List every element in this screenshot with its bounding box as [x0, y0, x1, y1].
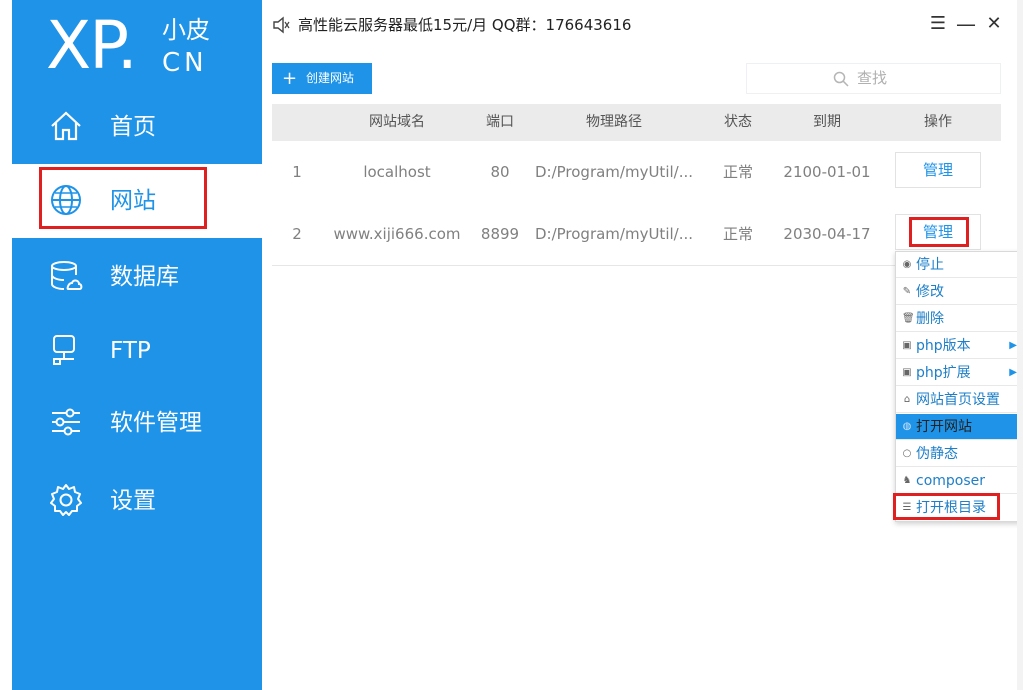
sidebar-item-settings[interactable]: 设置 — [12, 464, 262, 538]
sidebar-item-home[interactable]: 首页 — [12, 90, 262, 164]
sidebar-item-label: 网站 — [110, 188, 156, 214]
menu-item-label: 打开网站 — [916, 419, 972, 435]
gear-icon — [50, 484, 82, 516]
sliders-icon — [52, 408, 80, 436]
row-domain: www.xiji666.com — [333, 225, 461, 243]
menu-item-open-root[interactable]: ☰ 打开根目录 — [896, 495, 1021, 521]
menu-item-label: 打开根目录 — [916, 500, 986, 516]
close-button[interactable]: ✕ — [983, 12, 1005, 36]
menu-icon[interactable]: ☰ — [927, 12, 949, 36]
column-header-expiry: 到期 — [813, 114, 841, 130]
stop-icon: ◉ — [902, 259, 912, 270]
menu-item-label: 伪静态 — [916, 446, 958, 462]
logo-xp: XP. — [46, 7, 138, 84]
logo-cn: CN — [162, 48, 208, 78]
menu-item-delete[interactable]: 🗑 删除 — [896, 306, 1021, 332]
manage-button[interactable]: 管理 — [895, 152, 981, 188]
row-port: 80 — [490, 163, 510, 181]
menu-item-label: 删除 — [916, 311, 944, 327]
table-row: 2 www.xiji666.com 8899 D:/Program/myUtil… — [272, 203, 1001, 266]
sidebar-item-label: 首页 — [110, 114, 156, 140]
window-edge — [1017, 0, 1023, 690]
open-site-icon: ◍ — [902, 421, 912, 432]
submenu-arrow-icon: ▶ — [1009, 367, 1017, 378]
column-header-status: 状态 — [724, 114, 752, 130]
row-expiry: 2030-04-17 — [783, 225, 871, 243]
menu-item-homepage-settings[interactable]: ⌂ 网站首页设置 — [896, 387, 1021, 413]
php-extension-icon: ▣ — [902, 367, 912, 378]
composer-icon: ♞ — [902, 475, 912, 486]
menu-item-rewrite[interactable]: ○ 伪静态 — [896, 441, 1021, 467]
php-version-icon: ▣ — [902, 340, 912, 351]
row-path: D:/Program/myUtil/... — [534, 225, 694, 243]
sidebar-item-label: FTP — [110, 338, 151, 364]
menu-item-open-site[interactable]: ◍ 打开网站 — [896, 414, 1021, 440]
create-website-label: 创建网站 — [306, 71, 355, 85]
menu-item-label: 停止 — [916, 257, 944, 273]
column-header-domain: 网站域名 — [369, 114, 425, 130]
menu-item-stop[interactable]: ◉ 停止 — [896, 252, 1021, 278]
menu-item-label: php扩展 — [916, 365, 971, 381]
menu-item-label: composer — [916, 473, 986, 489]
edit-icon: ✎ — [902, 286, 912, 297]
menu-item-edit[interactable]: ✎ 修改 — [896, 279, 1021, 305]
row-domain: localhost — [363, 163, 431, 181]
create-website-button[interactable]: + 创建网站 — [272, 63, 372, 94]
table-header: 网站域名 端口 物理路径 状态 到期 操作 — [272, 104, 1001, 141]
row-status: 正常 — [722, 225, 753, 243]
menu-item-composer[interactable]: ♞ composer — [896, 468, 1021, 494]
menu-item-php-extension[interactable]: ▣ php扩展 ▶ — [896, 360, 1021, 386]
trash-icon: 🗑 — [902, 313, 915, 324]
table-row: 1 localhost 80 D:/Program/myUtil/... 正常 … — [272, 141, 1001, 204]
sidebar-item-label: 数据库 — [110, 264, 179, 290]
column-header-port: 端口 — [486, 114, 514, 130]
sidebar-item-software[interactable]: 软件管理 — [12, 386, 262, 460]
minimize-button[interactable]: — — [955, 12, 977, 36]
menu-item-label: 网站首页设置 — [916, 392, 1000, 408]
manage-context-menu: ◉ 停止 ✎ 修改 🗑 删除 ▣ php版本 ▶ ▣ php扩展 ▶ ⌂ 网站首… — [895, 251, 1022, 522]
announcement-text[interactable]: 高性能云服务器最低15元/月 QQ群：176643616 — [298, 14, 631, 36]
row-index: 2 — [292, 225, 302, 243]
home-small-icon: ⌂ — [903, 394, 911, 405]
plus-icon: + — [282, 68, 298, 89]
row-expiry: 2100-01-01 — [783, 163, 871, 181]
title-bar: 高性能云服务器最低15元/月 QQ群：176643616 ☰ — ✕ — [262, 0, 1023, 50]
column-header-path: 物理路径 — [586, 114, 642, 130]
row-index: 1 — [292, 163, 302, 181]
sidebar-item-ftp[interactable]: FTP — [12, 314, 262, 388]
row-status: 正常 — [722, 163, 753, 181]
menu-item-label: 修改 — [916, 284, 944, 300]
sidebar-item-database[interactable]: 数据库 — [12, 240, 262, 314]
globe-icon — [51, 185, 81, 215]
search-input[interactable]: 查找 — [746, 63, 1001, 94]
list-icon: ☰ — [902, 502, 912, 513]
sidebar-item-label: 软件管理 — [110, 410, 202, 436]
row-port: 8899 — [480, 225, 520, 243]
sidebar-item-website[interactable]: 网站 — [12, 164, 262, 238]
sidebar-item-label: 设置 — [110, 488, 156, 514]
sidebar: XP. 小皮 CN 首页 网站 数据库 FTP 软件管理 设置 — [12, 0, 262, 690]
search-icon — [833, 71, 849, 87]
database-icon — [51, 261, 83, 290]
app-logo: XP. 小皮 CN — [12, 0, 262, 90]
menu-item-php-version[interactable]: ▣ php版本 ▶ — [896, 333, 1021, 359]
search-placeholder: 查找 — [857, 69, 888, 87]
logo-xiaopi: 小皮 — [162, 16, 210, 44]
home-icon — [51, 111, 81, 141]
speaker-icon — [273, 16, 290, 34]
row-path: D:/Program/myUtil/... — [534, 163, 694, 181]
column-header-action: 操作 — [924, 114, 952, 130]
rewrite-icon: ○ — [902, 448, 912, 459]
manage-button[interactable]: 管理 — [895, 214, 981, 250]
ftp-server-icon — [53, 335, 75, 365]
menu-item-label: php版本 — [916, 338, 971, 354]
submenu-arrow-icon: ▶ — [1009, 340, 1017, 351]
